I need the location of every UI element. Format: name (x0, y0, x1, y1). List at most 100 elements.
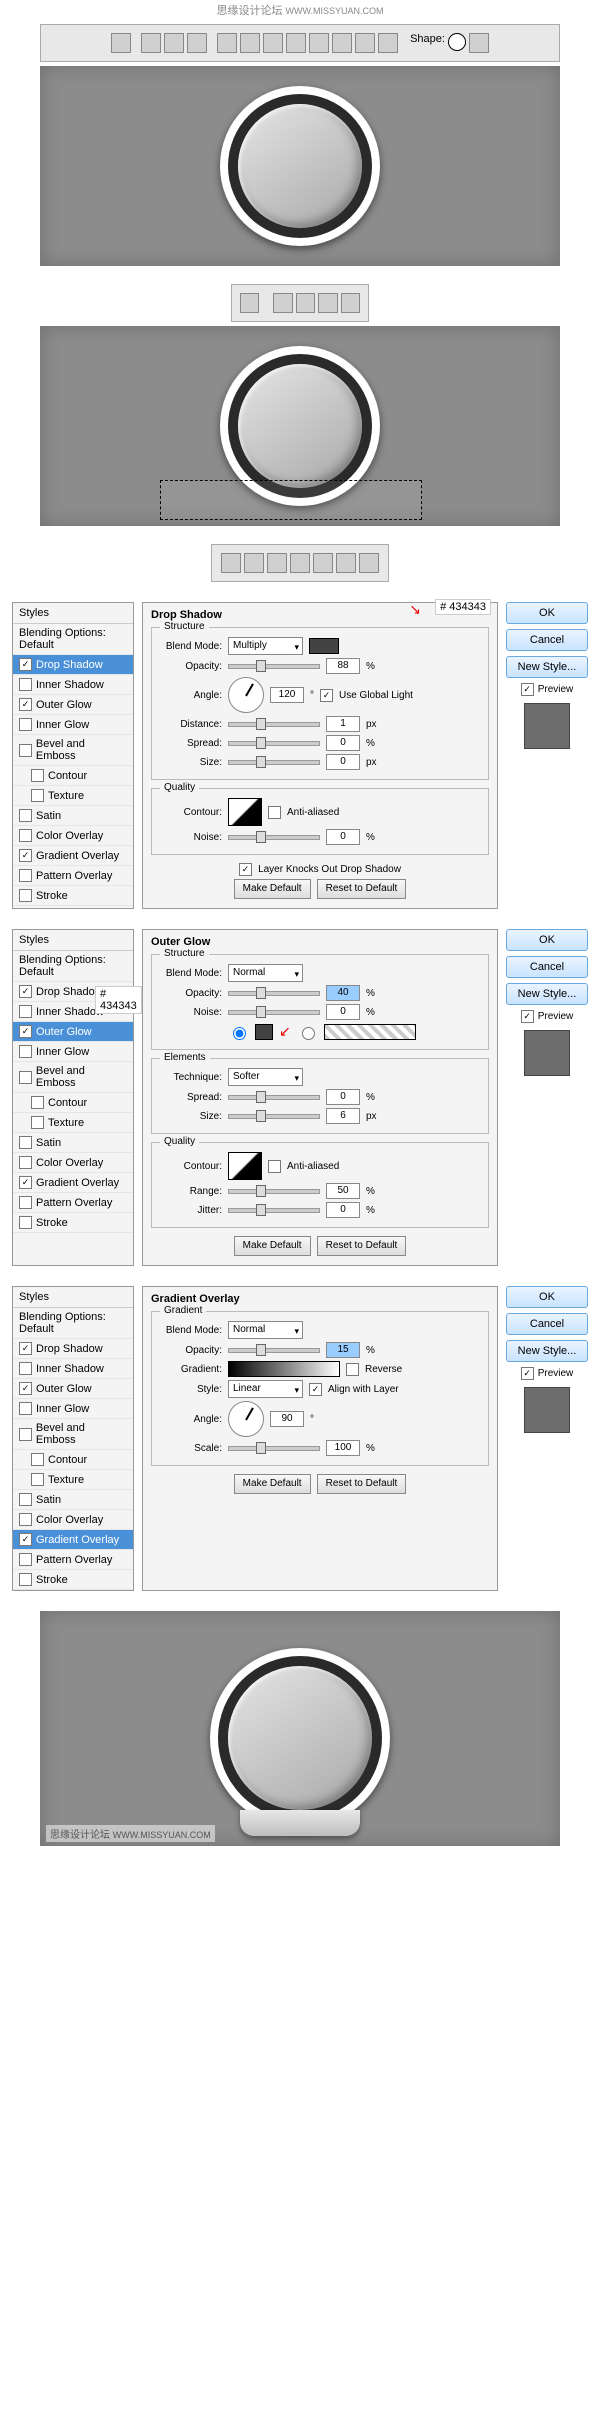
cancel-button[interactable]: Cancel (506, 956, 588, 978)
blend-mode-dropdown[interactable]: Normal (228, 964, 303, 982)
fx-icon[interactable] (244, 553, 264, 573)
shape-dropdown-icon[interactable] (469, 33, 489, 53)
noise-input[interactable]: 0 (326, 829, 360, 845)
blend-mode-dropdown[interactable]: Multiply (228, 637, 303, 655)
color-overlay-item[interactable]: Color Overlay (13, 826, 133, 846)
outer-glow-item[interactable]: Outer Glow (13, 1022, 133, 1042)
link-layers-icon[interactable] (221, 553, 241, 573)
gradient-overlay-item[interactable]: Gradient Overlay (13, 846, 133, 866)
custom-shape-icon[interactable] (378, 33, 398, 53)
blending-options-item[interactable]: Blending Options: Default (13, 951, 133, 982)
pattern-overlay-item[interactable]: Pattern Overlay (13, 866, 133, 886)
ok-button[interactable]: OK (506, 929, 588, 951)
rounded-rect-icon[interactable] (286, 33, 306, 53)
new-style-button[interactable]: New Style... (506, 656, 588, 678)
gradient-overlay-item[interactable]: Gradient Overlay (13, 1530, 133, 1550)
styles-header[interactable]: Styles (13, 603, 133, 624)
trash-icon[interactable] (359, 553, 379, 573)
drop-shadow-item[interactable]: Drop Shadow (13, 1339, 133, 1359)
new-selection-icon[interactable] (273, 293, 292, 313)
ok-button[interactable]: OK (506, 602, 588, 624)
gradient-radio[interactable] (302, 1027, 315, 1040)
gradient-picker[interactable] (228, 1361, 340, 1377)
paths-icon[interactable] (164, 33, 184, 53)
range-input[interactable]: 50 (326, 1183, 360, 1199)
reset-default-button[interactable]: Reset to Default (317, 1474, 407, 1494)
ellipse-icon[interactable] (309, 33, 329, 53)
jitter-input[interactable]: 0 (326, 1202, 360, 1218)
technique-dropdown[interactable]: Softer (228, 1068, 303, 1086)
style-dropdown[interactable]: Linear (228, 1380, 303, 1398)
scale-slider[interactable] (228, 1446, 320, 1451)
align-checkbox[interactable] (309, 1383, 322, 1396)
outer-glow-item[interactable]: Outer Glow (13, 1379, 133, 1399)
preview-checkbox[interactable] (521, 1010, 534, 1023)
make-default-button[interactable]: Make Default (234, 879, 311, 899)
blending-options-item[interactable]: Blending Options: Default (13, 1308, 133, 1339)
bevel-item[interactable]: Bevel and Emboss (13, 1062, 133, 1093)
freeform-pen-icon[interactable] (240, 33, 260, 53)
pattern-overlay-item[interactable]: Pattern Overlay (13, 1550, 133, 1570)
pen-tool-icon[interactable] (111, 33, 131, 53)
new-layer-icon[interactable] (336, 553, 356, 573)
texture-item[interactable]: Texture (13, 1113, 133, 1133)
fill-pixels-icon[interactable] (187, 33, 207, 53)
distance-input[interactable]: 1 (326, 716, 360, 732)
reverse-checkbox[interactable] (346, 1363, 359, 1376)
noise-input[interactable]: 0 (326, 1004, 360, 1020)
blending-options-item[interactable]: Blending Options: Default (13, 624, 133, 655)
pattern-overlay-item[interactable]: Pattern Overlay (13, 1193, 133, 1213)
stroke-item[interactable]: Stroke (13, 1213, 133, 1233)
inner-glow-item[interactable]: Inner Glow (13, 1042, 133, 1062)
opacity-input[interactable]: 15 (326, 1342, 360, 1358)
color-overlay-item[interactable]: Color Overlay (13, 1510, 133, 1530)
scale-input[interactable]: 100 (326, 1440, 360, 1456)
styles-header[interactable]: Styles (13, 930, 133, 951)
noise-slider[interactable] (228, 835, 320, 840)
new-style-button[interactable]: New Style... (506, 983, 588, 1005)
color-overlay-item[interactable]: Color Overlay (13, 1153, 133, 1173)
opacity-slider[interactable] (228, 1348, 320, 1353)
add-selection-icon[interactable] (296, 293, 315, 313)
range-slider[interactable] (228, 1189, 320, 1194)
satin-item[interactable]: Satin (13, 1133, 133, 1153)
antialiased-checkbox[interactable] (268, 1160, 281, 1173)
drop-shadow-item[interactable]: Drop Shadow (13, 655, 133, 675)
make-default-button[interactable]: Make Default (234, 1474, 311, 1494)
adjustment-icon[interactable] (290, 553, 310, 573)
glow-gradient-picker[interactable] (324, 1024, 416, 1040)
size-slider[interactable] (228, 1114, 320, 1119)
jitter-slider[interactable] (228, 1208, 320, 1213)
marquee-selection[interactable] (160, 480, 422, 520)
styles-header[interactable]: Styles (13, 1287, 133, 1308)
contour-picker[interactable] (228, 798, 262, 826)
size-input[interactable]: 6 (326, 1108, 360, 1124)
angle-input[interactable]: 120 (270, 687, 304, 703)
reset-default-button[interactable]: Reset to Default (317, 1236, 407, 1256)
make-default-button[interactable]: Make Default (234, 1236, 311, 1256)
noise-slider[interactable] (228, 1010, 320, 1015)
shape-picker[interactable] (448, 33, 466, 51)
stroke-item[interactable]: Stroke (13, 886, 133, 906)
angle-dial[interactable] (228, 1401, 264, 1437)
texture-item[interactable]: Texture (13, 1470, 133, 1490)
contour-picker[interactable] (228, 1152, 262, 1180)
contour-item[interactable]: Contour (13, 1093, 133, 1113)
cancel-button[interactable]: Cancel (506, 629, 588, 651)
color-swatch[interactable] (309, 638, 339, 654)
bevel-item[interactable]: Bevel and Emboss (13, 1419, 133, 1450)
opacity-slider[interactable] (228, 991, 320, 996)
spread-input[interactable]: 0 (326, 735, 360, 751)
size-input[interactable]: 0 (326, 754, 360, 770)
satin-item[interactable]: Satin (13, 806, 133, 826)
angle-dial[interactable] (228, 677, 264, 713)
glow-color-swatch[interactable] (255, 1024, 273, 1040)
bevel-item[interactable]: Bevel and Emboss (13, 735, 133, 766)
opacity-input[interactable]: 40 (326, 985, 360, 1001)
opacity-input[interactable]: 88 (326, 658, 360, 674)
pen-icon[interactable] (217, 33, 237, 53)
preview-checkbox[interactable] (521, 683, 534, 696)
blend-mode-dropdown[interactable]: Normal (228, 1321, 303, 1339)
stroke-item[interactable]: Stroke (13, 1570, 133, 1590)
new-style-button[interactable]: New Style... (506, 1340, 588, 1362)
